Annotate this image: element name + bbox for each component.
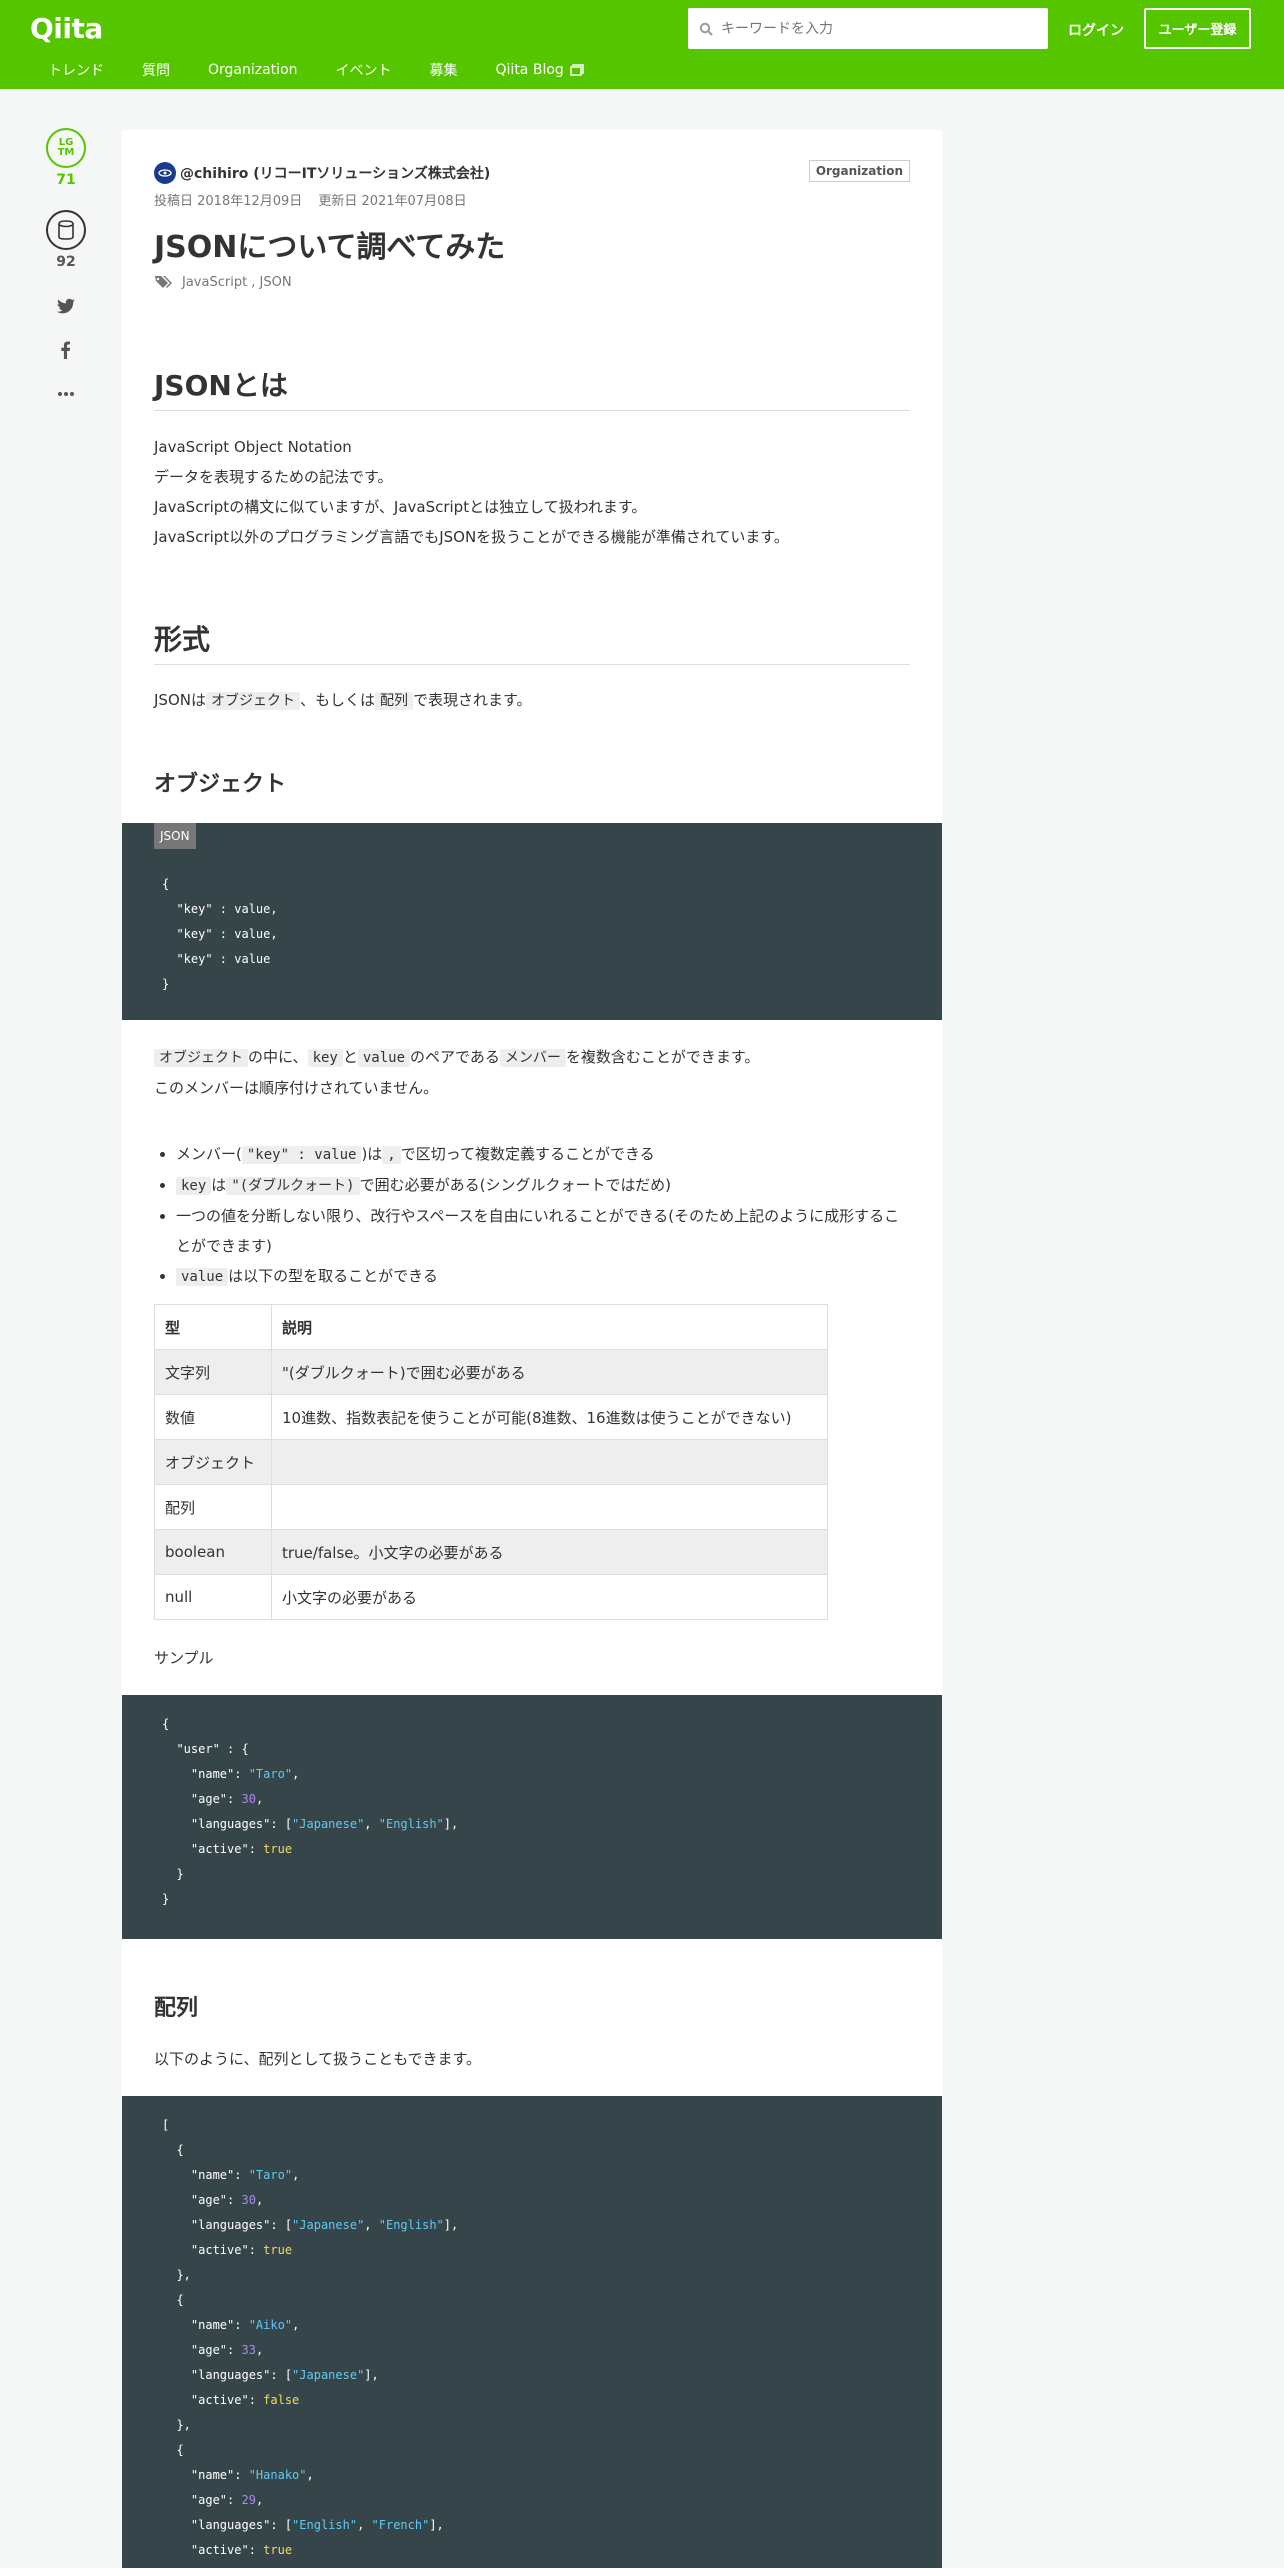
table-row: null 小文字の必要がある	[154, 1574, 828, 1620]
login-link[interactable]: ログイン	[1068, 20, 1124, 40]
format-paragraph: JSONは オブジェクト 、もしくは 配列 で表現されます。	[154, 685, 910, 716]
global-header: Qiita ログイン ユーザー登録 トレンド 質問 Organization イ…	[0, 0, 1284, 89]
article-dates: 投稿日 2018年12月09日 更新日 2021年07月08日	[154, 190, 483, 209]
intro-line: JavaScript以外のプログラミング言語でもJSONを扱うことができる機能が…	[154, 528, 789, 546]
org-logo-icon	[158, 169, 172, 177]
lgtm-icon: LG TM	[57, 137, 75, 158]
text: JSONは	[154, 691, 206, 709]
nav-organization[interactable]: Organization	[208, 60, 298, 80]
intro-line: JavaScriptの構文に似ていますが、JavaScriptとは独立して扱われ…	[154, 498, 647, 516]
list-item: 一つの値を分断しない限り、改行やスペースを自由にいれることができる(そのため上記…	[176, 1201, 910, 1261]
heading-what-is-json: JSONとは	[154, 364, 910, 411]
code-block-array: [ { "name": "Taro", "age": 30, "language…	[122, 2096, 942, 2568]
qiita-logo[interactable]: Qiita	[30, 12, 103, 45]
stock-count: 92	[56, 254, 76, 270]
facebook-icon[interactable]	[56, 340, 76, 360]
nav-recruit[interactable]: 募集	[430, 60, 458, 80]
author-row[interactable]: @chihiro (リコーITソリューションズ株式会社)	[154, 162, 490, 184]
sample-label: サンプル	[154, 1649, 214, 1667]
list-item: keyは"(ダブルクォート)で囲む必要がある(シングルクォートではだめ)	[176, 1170, 910, 1201]
inline-code: key	[307, 1049, 343, 1067]
code-content: { "key" : value, "key" : value, "key" : …	[162, 877, 278, 991]
nav-qiita-blog-label: Qiita Blog	[495, 62, 564, 78]
search-icon	[699, 22, 713, 36]
lgtm-count: 71	[56, 172, 76, 188]
code-block-sample: { "user" : { "name": "Taro", "age": 30, …	[122, 1695, 942, 1939]
article-title: JSONについて調べてみた	[154, 230, 506, 265]
array-description: 以下のように、配列として扱うこともできます。	[154, 2050, 482, 2068]
list-item: メンバー("key" : value)は,で区切って複数定義することができる	[176, 1139, 910, 1170]
intro-line: JavaScript Object Notation	[154, 438, 352, 456]
table-row: オブジェクト	[154, 1439, 828, 1485]
avatar	[154, 162, 176, 184]
object-description: オブジェクト の中に、 key と value のペアである メンバー を複数含むことができま…	[154, 1042, 910, 1103]
table-header: 説明	[271, 1304, 828, 1350]
code-content: [ { "name": "Taro", "age": 30, "language…	[162, 2118, 459, 2557]
member-rules-list: メンバー("key" : value)は,で区切って複数定義することができる k…	[176, 1139, 910, 1292]
table-row: boolean true/false。小文字の必要がある	[154, 1529, 828, 1575]
posted-date: 投稿日 2018年12月09日	[154, 194, 303, 209]
external-link-icon	[570, 64, 584, 76]
updated-date: 更新日 2021年07月08日	[318, 194, 467, 209]
inline-code: オブジェクト	[205, 692, 300, 710]
twitter-icon[interactable]	[56, 296, 76, 316]
heading-object: オブジェクト	[154, 772, 287, 797]
heading-array: 配列	[154, 1996, 199, 2021]
json-intro: JavaScript Object Notation データを表現するための記法…	[154, 432, 910, 552]
author-name[interactable]: @chihiro (リコーITソリューションズ株式会社)	[180, 163, 490, 183]
article-action-rail: LG TM 71 92	[40, 128, 92, 404]
stock-icon	[58, 220, 74, 240]
object-note: このメンバーは順序付けされていません。	[154, 1079, 439, 1097]
global-nav: トレンド 質問 Organization イベント 募集 Qiita Blog	[48, 60, 622, 80]
inline-code: オブジェクト	[154, 1049, 248, 1067]
tag-links[interactable]: JavaScript , JSON	[182, 275, 292, 290]
inline-code: メンバー	[499, 1049, 566, 1067]
search-input[interactable]	[721, 20, 1021, 37]
table-row: 配列	[154, 1484, 828, 1530]
inline-code: 配列	[375, 692, 413, 710]
heading-format: 形式	[154, 618, 910, 665]
tags-icon	[155, 276, 172, 288]
nav-qiita-blog[interactable]: Qiita Blog	[496, 60, 584, 80]
intro-line: データを表現するための記法です。	[154, 468, 393, 486]
more-icon[interactable]	[56, 384, 76, 404]
nav-trend[interactable]: トレンド	[48, 60, 104, 80]
value-types-table: 型 説明 文字列 "(ダブルクォート)で囲む必要がある 数値 10進数、指数表記を使…	[154, 1304, 828, 1620]
nav-questions[interactable]: 質問	[142, 60, 170, 80]
search-box[interactable]	[688, 8, 1048, 49]
text: で表現されます。	[413, 691, 532, 709]
table-row: 文字列 "(ダブルクォート)で囲む必要がある	[154, 1349, 828, 1395]
code-block-json: JSON { "key" : value, "key" : value, "ke…	[122, 823, 942, 1020]
table-header: 型	[154, 1304, 272, 1350]
signup-button[interactable]: ユーザー登録	[1144, 8, 1251, 49]
text: 、もしくは	[299, 691, 375, 709]
code-content: { "user" : { "name": "Taro", "age": 30, …	[162, 1717, 459, 1906]
organization-badge[interactable]: Organization	[808, 160, 910, 182]
code-language-label: JSON	[154, 823, 196, 849]
inline-code: value	[357, 1049, 411, 1067]
stock-button[interactable]	[46, 210, 86, 250]
nav-events[interactable]: イベント	[336, 60, 392, 80]
table-header-row: 型 説明	[154, 1304, 828, 1350]
table-row: 数値 10進数、指数表記を使うことが可能(8進数、16進数は使うことができない)	[154, 1394, 828, 1440]
list-item: valueは以下の型を取ることができる	[176, 1261, 910, 1292]
lgtm-button[interactable]: LG TM	[46, 128, 86, 168]
article-body: @chihiro (リコーITソリューションズ株式会社) Organizatio…	[122, 130, 942, 2568]
tag-list: JavaScript , JSON	[154, 274, 292, 290]
